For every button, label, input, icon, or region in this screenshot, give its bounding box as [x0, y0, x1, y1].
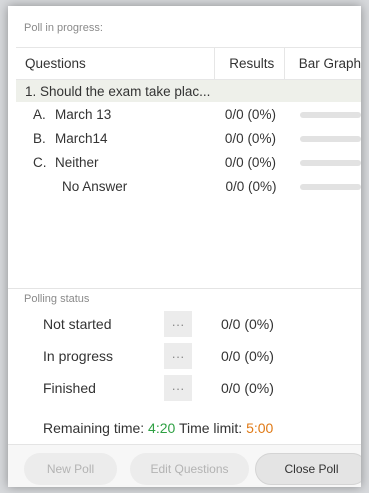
- edit-questions-button[interactable]: Edit Questions: [130, 453, 249, 485]
- option-label: March 13: [55, 106, 112, 122]
- time-limit-value: 5:00: [246, 420, 274, 436]
- result-bar: [300, 183, 361, 190]
- option-letter: A.: [33, 106, 46, 122]
- option-label: March14: [55, 130, 108, 146]
- poll-panel: Poll in progress: Questions Results Bar …: [8, 6, 361, 487]
- remaining-time-label: Remaining time:: [43, 420, 145, 436]
- status-row-finished: Finished ··· 0/0 (0%): [43, 375, 274, 401]
- time-limit-label: Time limit:: [178, 420, 243, 436]
- status-label: Not started: [43, 316, 112, 332]
- more-button[interactable]: ···: [164, 311, 192, 337]
- option-result: 0/0 (0%): [224, 130, 276, 146]
- result-bar: [300, 159, 361, 166]
- option-result: 0/0 (0%): [224, 106, 276, 122]
- option-result: 0/0 (0%): [224, 154, 276, 170]
- option-row-b: B. March14 0/0 (0%): [16, 126, 361, 150]
- result-bar: [300, 135, 361, 142]
- footer-bar: New Poll Edit Questions Close Poll: [8, 444, 361, 487]
- remaining-time-value: 4:20: [148, 420, 176, 436]
- question-text: 1. Should the exam take plac...: [25, 83, 211, 99]
- option-row-a: A. March 13 0/0 (0%): [16, 102, 361, 126]
- result-bar: [300, 111, 361, 118]
- option-row-c: C. Neither 0/0 (0%): [16, 150, 361, 174]
- time-info: Remaining time: 4:20 Time limit: 5:00: [43, 420, 273, 436]
- table-header: Questions Results Bar Graph: [16, 47, 361, 80]
- poll-caption: Poll in progress:: [24, 22, 103, 34]
- status-row-not-started: Not started ··· 0/0 (0%): [43, 311, 274, 337]
- status-value: 0/0 (0%): [221, 316, 274, 332]
- column-bar-graph: Bar Graph: [283, 48, 361, 79]
- column-questions: Questions: [25, 56, 86, 71]
- option-letter: B.: [33, 130, 46, 146]
- status-row-in-progress: In progress ··· 0/0 (0%): [43, 343, 274, 369]
- polling-status-caption: Polling status: [24, 293, 90, 305]
- close-poll-button[interactable]: Close Poll: [255, 453, 361, 485]
- status-label: In progress: [43, 348, 114, 364]
- new-poll-button[interactable]: New Poll: [24, 453, 117, 485]
- status-label: Finished: [43, 380, 96, 396]
- results-table: Questions Results Bar Graph 1. Should th…: [16, 47, 361, 198]
- option-label: Neither: [55, 154, 99, 170]
- status-value: 0/0 (0%): [221, 348, 274, 364]
- divider: [8, 288, 361, 289]
- no-answer-result: 0/0 (0%): [225, 178, 277, 194]
- more-button[interactable]: ···: [164, 343, 192, 369]
- status-value: 0/0 (0%): [221, 380, 274, 396]
- option-row-no-answer: No Answer 0/0 (0%): [16, 174, 361, 198]
- option-letter: C.: [33, 154, 47, 170]
- column-results: Results: [214, 48, 283, 79]
- more-button[interactable]: ···: [164, 375, 192, 401]
- no-answer-label: No Answer: [62, 178, 128, 194]
- question-row[interactable]: 1. Should the exam take plac...: [16, 80, 361, 102]
